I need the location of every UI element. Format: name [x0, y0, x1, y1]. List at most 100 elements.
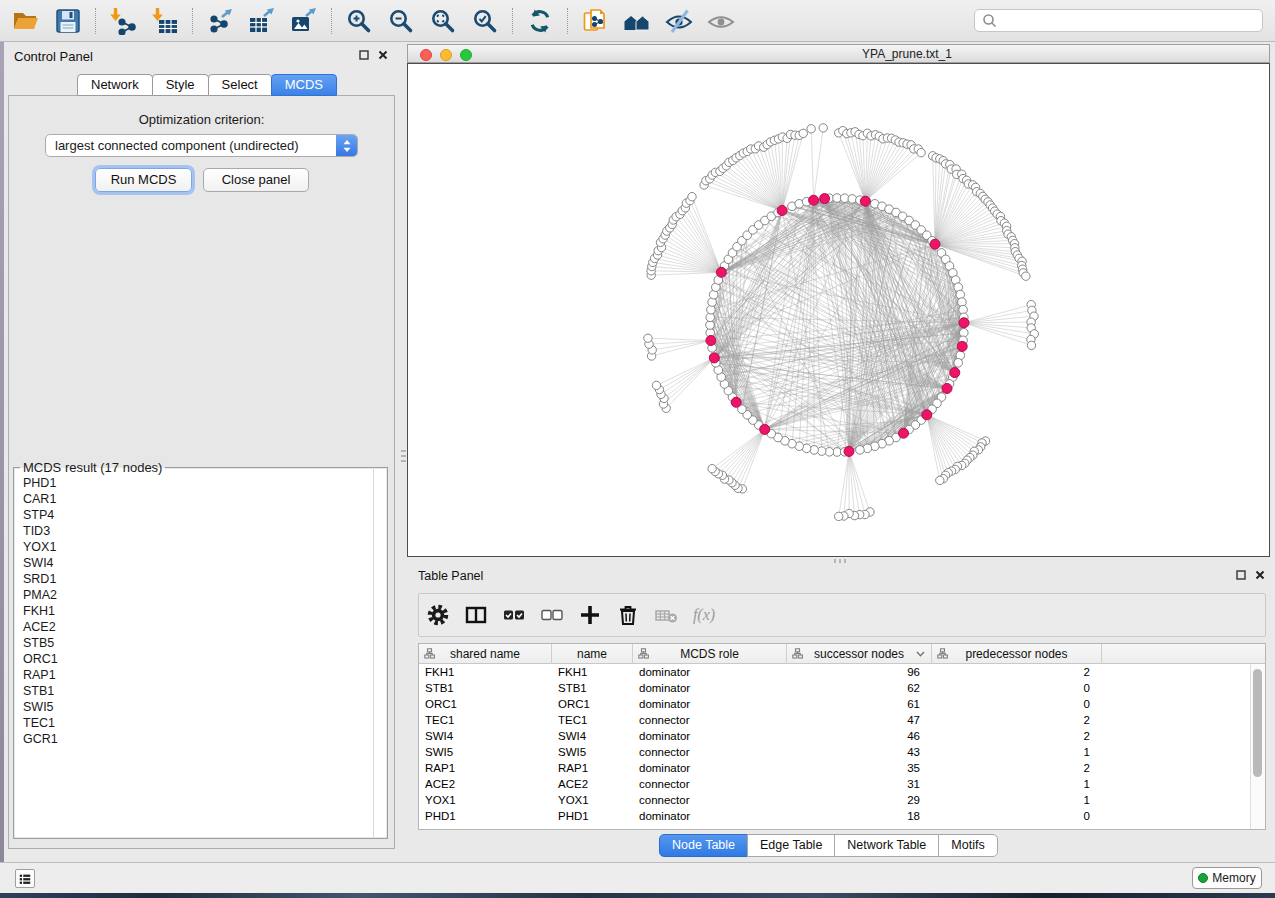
network-node[interactable] [954, 359, 963, 368]
search-input[interactable] [997, 14, 1262, 28]
table-row[interactable]: RAP1RAP1dominator352 [419, 760, 1250, 776]
network-hub-node[interactable] [959, 318, 969, 328]
network-hub-node[interactable] [930, 239, 940, 249]
network-node[interactable] [644, 334, 652, 342]
run-mcds-button[interactable]: Run MCDS [95, 168, 192, 192]
network-node[interactable] [917, 149, 925, 157]
network-hub-node[interactable] [809, 195, 819, 205]
mcds-result-item[interactable]: YOX1 [23, 539, 373, 555]
mcds-result-item[interactable]: ORC1 [23, 651, 373, 667]
network-hub-node[interactable] [860, 196, 870, 206]
show-graphics-details-button[interactable] [703, 3, 739, 39]
unselect-all-button[interactable] [537, 600, 567, 630]
tab-select[interactable]: Select [208, 74, 272, 96]
tab-motifs[interactable]: Motifs [938, 834, 997, 857]
network-node[interactable] [708, 465, 716, 473]
table-row[interactable]: TEC1TEC1connector472 [419, 712, 1250, 728]
maximize-window-icon[interactable] [460, 49, 472, 61]
task-history-button[interactable] [15, 869, 35, 888]
table-scrollbar-thumb[interactable] [1253, 669, 1262, 777]
table-row[interactable]: SWI5SWI5connector431 [419, 744, 1250, 760]
home-button[interactable] [619, 3, 655, 39]
vertical-splitter-grip[interactable] [401, 450, 406, 464]
network-node[interactable] [936, 476, 944, 484]
hide-graphics-details-button[interactable] [661, 3, 697, 39]
export-table-button[interactable] [244, 3, 280, 39]
network-hub-node[interactable] [716, 267, 726, 277]
column-header-successor-nodes[interactable]: successor nodes [787, 644, 932, 664]
mcds-result-item[interactable]: SWI5 [23, 699, 373, 715]
table-row[interactable]: PHD1PHD1dominator180 [419, 808, 1250, 824]
select-all-button[interactable] [499, 600, 529, 630]
mcds-list-scrollbar[interactable] [373, 469, 386, 837]
delete-column-button[interactable] [613, 600, 643, 630]
network-canvas[interactable] [407, 63, 1270, 557]
delete-table-button[interactable] [651, 600, 681, 630]
mcds-result-item[interactable]: FKH1 [23, 603, 373, 619]
network-hub-node[interactable] [820, 194, 830, 204]
tab-node-table[interactable]: Node Table [659, 834, 748, 857]
network-hub-node[interactable] [950, 368, 960, 378]
tab-network[interactable]: Network [77, 74, 153, 96]
duplicate-network-button[interactable] [577, 3, 613, 39]
network-hub-node[interactable] [844, 446, 854, 456]
table-row[interactable]: YOX1YOX1connector291 [419, 792, 1250, 808]
network-hub-node[interactable] [942, 384, 952, 394]
column-header-shared-name[interactable]: shared name [419, 644, 552, 664]
network-node[interactable] [835, 512, 843, 520]
network-node[interactable] [856, 446, 865, 455]
table-row[interactable]: SWI4SWI4dominator462 [419, 728, 1250, 744]
network-hub-node[interactable] [922, 410, 932, 420]
import-network-button[interactable] [105, 3, 141, 39]
mcds-result-item[interactable]: SWI4 [23, 555, 373, 571]
export-image-button[interactable] [286, 3, 322, 39]
mcds-result-item[interactable]: RAP1 [23, 667, 373, 683]
mcds-result-item[interactable]: STB1 [23, 683, 373, 699]
zoom-fit-button[interactable] [425, 3, 461, 39]
function-builder-button[interactable]: f(x) [689, 600, 719, 630]
table-row[interactable]: STB1STB1dominator620 [419, 680, 1250, 696]
column-header-predecessor-nodes[interactable]: predecessor nodes [932, 644, 1102, 664]
tab-style[interactable]: Style [152, 74, 209, 96]
table-row[interactable]: ORC1ORC1dominator610 [419, 696, 1250, 712]
network-hub-node[interactable] [957, 341, 967, 351]
network-node[interactable] [799, 129, 807, 137]
import-table-button[interactable] [147, 3, 183, 39]
zoom-in-button[interactable] [341, 3, 377, 39]
horizontal-splitter-grip[interactable] [834, 559, 846, 563]
tab-mcds[interactable]: MCDS [271, 74, 337, 96]
column-header-MCDS-role[interactable]: MCDS role [633, 644, 787, 664]
save-button[interactable] [50, 3, 86, 39]
network-node[interactable] [652, 381, 660, 389]
refresh-button[interactable] [522, 3, 558, 39]
split-column-button[interactable] [461, 600, 491, 630]
export-network-button[interactable] [202, 3, 238, 39]
network-node[interactable] [1027, 341, 1035, 349]
network-hub-node[interactable] [760, 424, 770, 434]
mcds-result-item[interactable]: PHD1 [23, 475, 373, 491]
memory-button[interactable]: Memory [1192, 867, 1262, 889]
mcds-result-item[interactable]: GCR1 [23, 731, 373, 747]
network-node[interactable] [688, 193, 696, 201]
zoom-selected-button[interactable] [467, 3, 503, 39]
float-panel-icon[interactable] [359, 50, 369, 60]
network-hub-node[interactable] [709, 353, 719, 363]
mcds-result-item[interactable]: PMA2 [23, 587, 373, 603]
criterion-dropdown[interactable]: largest connected component (undirected) [45, 134, 358, 157]
mcds-result-item[interactable]: ACE2 [23, 619, 373, 635]
network-hub-node[interactable] [706, 336, 716, 346]
mcds-result-item[interactable]: TID3 [23, 523, 373, 539]
network-node[interactable] [1022, 272, 1030, 280]
zoom-out-button[interactable] [383, 3, 419, 39]
close-panel-icon[interactable] [1255, 570, 1265, 580]
table-scrollbar[interactable] [1250, 664, 1265, 829]
network-node[interactable] [819, 124, 827, 132]
search-box[interactable] [974, 9, 1263, 32]
mcds-result-item[interactable]: TEC1 [23, 715, 373, 731]
mcds-result-item[interactable]: STB5 [23, 635, 373, 651]
close-panel-button[interactable]: Close panel [203, 168, 309, 192]
network-hub-node[interactable] [731, 397, 741, 407]
tab-network-table[interactable]: Network Table [834, 834, 939, 857]
network-node[interactable] [807, 125, 815, 133]
table-row[interactable]: ACE2ACE2connector311 [419, 776, 1250, 792]
